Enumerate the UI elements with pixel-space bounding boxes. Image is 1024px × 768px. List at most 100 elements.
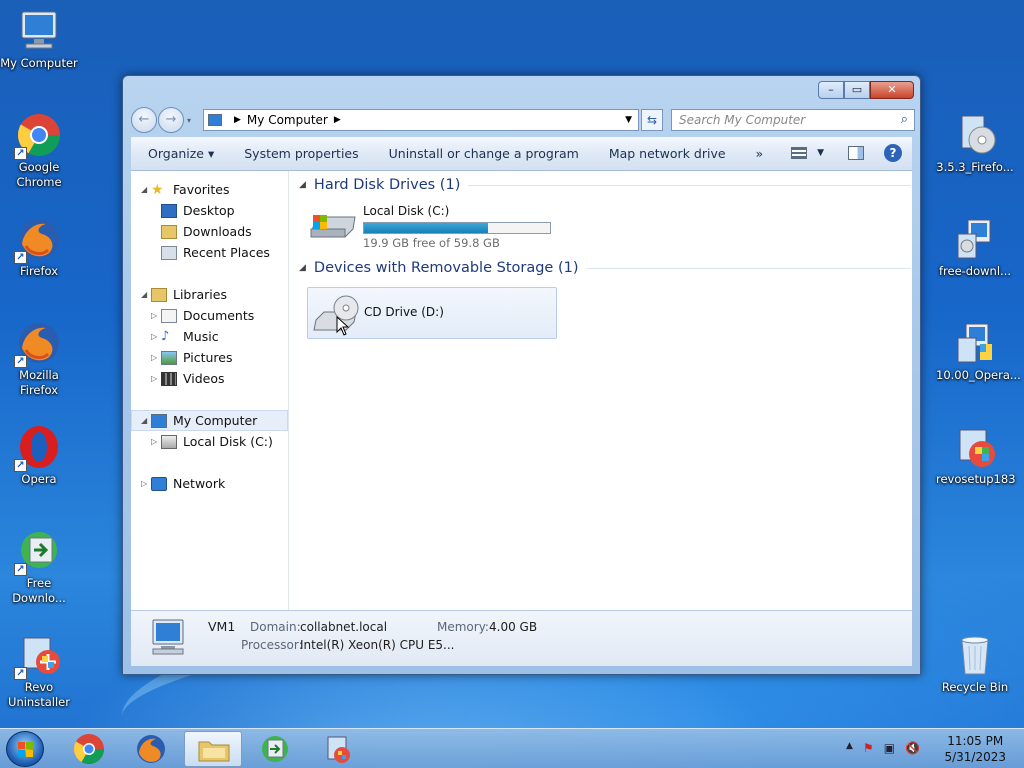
minimize-button[interactable]: – [818, 81, 844, 99]
collapse-triangle-icon[interactable]: ◢ [141, 416, 147, 425]
drive-label: CD Drive (D:) [364, 305, 444, 319]
forward-button[interactable]: → [158, 107, 184, 133]
volume-muted-icon[interactable]: 🔇 [905, 741, 920, 755]
address-dropdown-icon[interactable]: ▼ [625, 115, 632, 125]
nav-item-videos[interactable]: ▷ Videos [131, 368, 288, 389]
hard-disk-icon [309, 209, 357, 244]
desktop-icon-mozilla-firefox[interactable]: ↗ Mozilla Firefox [0, 320, 78, 398]
desktop-icon-opera[interactable]: ↗ Opera [0, 424, 78, 487]
nav-label: Network [173, 476, 226, 491]
desktop-icon-free-download-setup[interactable]: free-downl... [936, 216, 1014, 279]
desktop-icon-firefox-setup[interactable]: 3.5.3_Firefo... [936, 112, 1014, 175]
collapse-triangle-icon[interactable]: ◢ [299, 263, 306, 273]
desktop-icon-label: Recycle Bin [941, 680, 1009, 694]
shortcut-arrow-icon: ↗ [14, 355, 27, 368]
desktop-icon-revo-uninstaller[interactable]: ↗ Revo Uninstaller [0, 632, 78, 710]
nav-item-desktop[interactable]: Desktop [131, 200, 288, 221]
nav-label: Recent Places [183, 245, 270, 260]
nav-item-music[interactable]: ▷ ♪ Music [131, 326, 288, 347]
taskbar-firefox[interactable] [122, 731, 180, 767]
search-icon[interactable]: ⌕ [901, 112, 908, 127]
system-properties-button[interactable]: System properties [244, 146, 358, 161]
desktop-icon-label: Free Downlo... [12, 576, 66, 605]
search-input[interactable]: Search My Computer ⌕ [671, 109, 915, 131]
breadcrumb-separator-icon[interactable]: ▶ [234, 115, 241, 125]
navigation-pane: ◢ ★ Favorites Desktop Downloads Recent P… [131, 171, 289, 613]
expand-triangle-icon[interactable]: ▷ [151, 332, 157, 341]
breadcrumb-my-computer[interactable]: My Computer [247, 113, 328, 127]
back-button[interactable]: ← [131, 107, 157, 133]
network-status-icon[interactable]: ▣ [884, 741, 895, 755]
collapse-triangle-icon[interactable]: ◢ [141, 290, 147, 299]
drive-item-local-disk-c[interactable]: Local Disk (C:) 19.9 GB free of 59.8 GB [307, 201, 557, 253]
recent-pages-chevron-icon[interactable]: ▾ [187, 116, 191, 125]
nav-label: Favorites [173, 182, 230, 197]
chrome-icon [73, 734, 104, 765]
preview-pane-icon[interactable] [848, 146, 864, 160]
nav-label: Pictures [183, 350, 233, 365]
content-pane: ◢ Hard Disk Drives (1) Local Disk (C:) 1… [291, 171, 912, 613]
taskbar-chrome[interactable] [60, 731, 118, 767]
expand-triangle-icon[interactable]: ▷ [151, 353, 157, 362]
map-network-drive-button[interactable]: Map network drive [609, 146, 726, 161]
star-icon: ★ [151, 181, 164, 198]
desktop-icon-recycle-bin[interactable]: Recycle Bin [936, 632, 1014, 695]
uninstall-program-button[interactable]: Uninstall or change a program [389, 146, 579, 161]
nav-item-pictures[interactable]: ▷ Pictures [131, 347, 288, 368]
desktop-icon-revosetup[interactable]: revosetup183 [936, 424, 1016, 487]
desktop-icon-my-computer[interactable]: My Computer [0, 8, 78, 71]
windows-logo-icon [18, 742, 33, 757]
expand-triangle-icon[interactable]: ▷ [151, 311, 157, 320]
expand-triangle-icon[interactable]: ▷ [141, 479, 147, 488]
desktop-icon-label: revosetup183 [936, 472, 1016, 486]
breadcrumb-separator-icon[interactable]: ▶ [334, 115, 341, 125]
nav-label: Music [183, 329, 219, 344]
close-button[interactable]: ✕ [870, 81, 914, 99]
collapse-triangle-icon[interactable]: ◢ [141, 185, 147, 194]
organize-button[interactable]: Organize ▾ [148, 146, 214, 161]
nav-item-libraries[interactable]: ◢ Libraries [131, 284, 288, 305]
desktop-icon-label: Revo Uninstaller [8, 680, 70, 709]
desktop-icon-firefox[interactable]: ↗ Firefox [0, 216, 78, 279]
show-hidden-icons-icon[interactable]: ▲ [846, 741, 853, 755]
drive-item-cd-drive-d[interactable]: CD Drive (D:) [307, 287, 557, 339]
nav-item-favorites[interactable]: ◢ ★ Favorites [131, 179, 288, 200]
desktop-icon-opera-setup[interactable]: 10.00_Opera... [936, 320, 1021, 383]
nav-item-my-computer[interactable]: ◢ My Computer [131, 410, 288, 431]
nav-item-recent-places[interactable]: Recent Places [131, 242, 288, 263]
refresh-button[interactable]: ⇆ [641, 109, 663, 131]
taskbar-windows-explorer[interactable] [184, 731, 242, 767]
expand-triangle-icon[interactable]: ▷ [151, 374, 157, 383]
maximize-button[interactable]: ▭ [844, 81, 870, 99]
change-view-icon[interactable] [791, 147, 808, 159]
clock-time: 11:05 PM [947, 734, 1004, 748]
taskbar-free-download-manager[interactable] [246, 731, 304, 767]
address-bar[interactable]: ▶ My Computer ▶ ▼ [203, 109, 639, 131]
nav-item-documents[interactable]: ▷ Documents [131, 305, 288, 326]
processor-value: Intel(R) Xeon(R) CPU E5... [300, 638, 455, 652]
expand-triangle-icon[interactable]: ▷ [151, 437, 157, 446]
clock[interactable]: 11:05 PM 5/31/2023 [944, 733, 1006, 765]
system-tray: ▲ ⚑ ▣ 🔇 [846, 741, 920, 755]
collapse-triangle-icon[interactable]: ◢ [299, 180, 306, 190]
desktop-icon-google-chrome[interactable]: ↗ Google Chrome [0, 112, 78, 190]
memory-label: Memory: [437, 620, 489, 634]
nav-item-downloads[interactable]: Downloads [131, 221, 288, 242]
explorer-window: – ▭ ✕ ← → ▾ ▶ My Computer ▶ ▼ ⇆ Search M… [122, 75, 921, 675]
desktop-icon-label: Opera [21, 472, 57, 486]
shortcut-arrow-icon: ↗ [14, 563, 27, 576]
nav-item-network[interactable]: ▷ Network [131, 473, 288, 494]
view-dropdown-icon[interactable]: ▼ [817, 148, 824, 158]
recycle-bin-icon [952, 632, 998, 678]
group-header-removable-storage[interactable]: ◢ Devices with Removable Storage (1) [299, 260, 911, 276]
recent-places-icon [161, 245, 177, 260]
more-commands-button[interactable]: » [756, 146, 764, 161]
action-center-flag-icon[interactable]: ⚑ [863, 741, 874, 755]
help-icon[interactable]: ? [884, 144, 902, 162]
installer-icon: ↗ [14, 632, 62, 680]
desktop-icon-free-download-manager[interactable]: ↗ Free Downlo... [0, 528, 78, 606]
taskbar-installer[interactable] [308, 731, 366, 767]
nav-item-local-disk[interactable]: ▷ Local Disk (C:) [131, 431, 288, 452]
start-button[interactable] [6, 731, 44, 767]
group-header-hard-disk-drives[interactable]: ◢ Hard Disk Drives (1) [299, 177, 911, 193]
